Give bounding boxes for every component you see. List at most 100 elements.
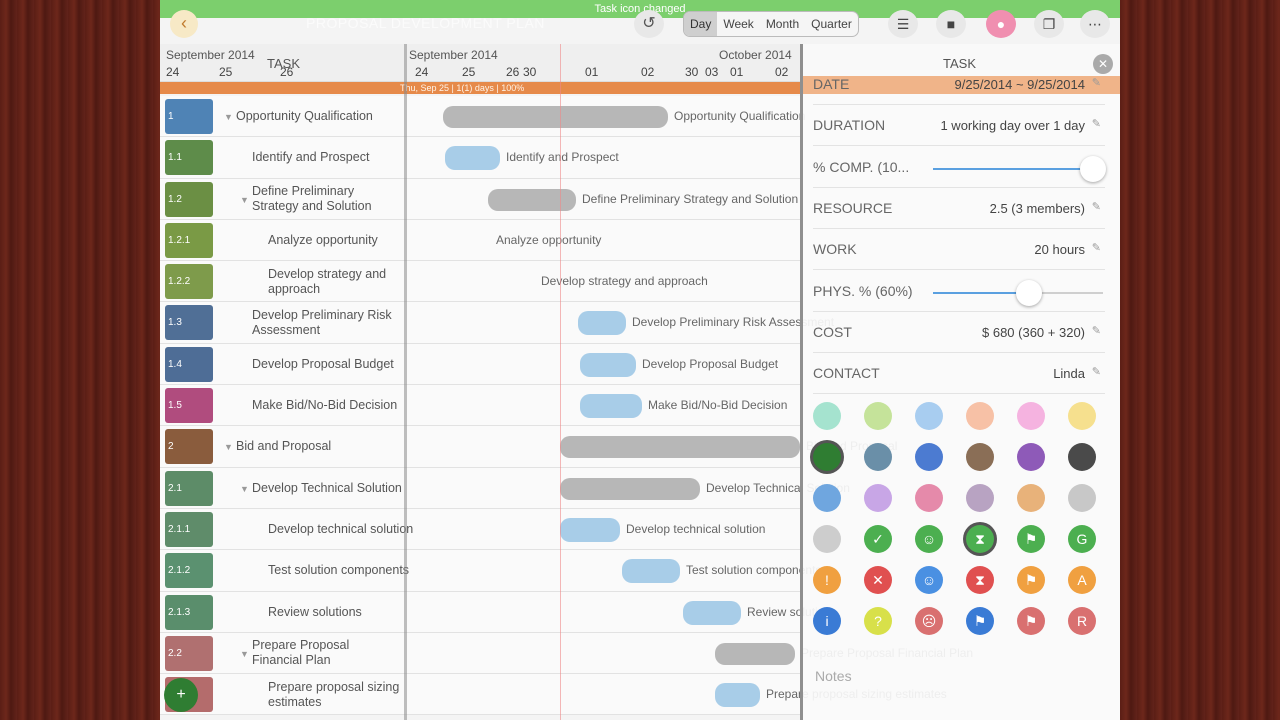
task-name[interactable]: Test solution components xyxy=(268,550,418,591)
task-row[interactable]: 2▼Bid and ProposalBid and Proposal xyxy=(160,426,897,468)
swatch-option[interactable] xyxy=(966,402,994,430)
collapse-toggle[interactable]: ▼ xyxy=(224,112,233,122)
detail-field[interactable]: CONTACT Linda ✎ xyxy=(813,353,1105,395)
swatch-option[interactable]: ⧗ xyxy=(966,525,994,553)
slider-knob[interactable] xyxy=(1080,155,1106,182)
scale-week[interactable]: Week xyxy=(717,12,759,36)
swatch-option[interactable]: ! xyxy=(813,566,841,594)
swatch-option[interactable] xyxy=(1017,443,1045,471)
gantt-bar[interactable] xyxy=(560,477,700,500)
detail-field[interactable]: RESOURCE 2.5 (3 members) ✎ xyxy=(813,188,1105,229)
swatch-option[interactable]: ☺ xyxy=(915,525,943,553)
collapse-toggle[interactable]: ▼ xyxy=(240,649,249,659)
gantt-bar[interactable] xyxy=(560,436,800,459)
swatch-option[interactable] xyxy=(864,402,892,430)
task-name[interactable]: Prepare Proposal Financial Plan xyxy=(252,633,402,674)
edit-pencil-icon[interactable]: ✎ xyxy=(1092,241,1101,254)
swatch-option[interactable] xyxy=(813,443,841,471)
task-row[interactable]: 1.2.1 Analyze opportunity Analyze opportun… xyxy=(160,219,800,262)
more-icon[interactable]: ⋯ xyxy=(1080,10,1110,38)
collapse-toggle[interactable]: ▼ xyxy=(240,484,249,494)
task-row[interactable]: 1.2.2 Develop strategy and approach Develo… xyxy=(160,261,800,303)
detail-field[interactable]: PHYS. % (60%) xyxy=(813,271,1105,312)
scale-quarter[interactable]: Quarter xyxy=(805,12,858,36)
gantt-bar[interactable] xyxy=(715,683,760,708)
gantt-bar[interactable] xyxy=(443,106,668,128)
task-row[interactable]: 2.1.3 Review solutions Review solutions xyxy=(160,591,837,633)
swatch-option[interactable] xyxy=(1017,402,1045,430)
task-name[interactable]: Define Preliminary Strategy and Solution xyxy=(252,179,402,220)
task-row[interactable]: 1.4 Develop Proposal Budget Develop Propos… xyxy=(160,343,800,386)
task-row[interactable]: 1.5 Make Bid/No-Bid Decision Make Bid/No-B… xyxy=(160,385,800,427)
swatch-option[interactable] xyxy=(1068,443,1096,471)
undo-icon[interactable]: ↺ xyxy=(634,10,664,38)
gantt-bar[interactable] xyxy=(560,517,620,542)
swatch-option[interactable] xyxy=(915,402,943,430)
swatch-option[interactable]: ✕ xyxy=(864,566,892,594)
swatch-option[interactable]: ☹ xyxy=(915,607,943,635)
progress-slider[interactable] xyxy=(933,279,1103,306)
task-name[interactable]: Develop Technical Solution xyxy=(252,468,402,509)
swatch-option[interactable]: ⚑ xyxy=(1017,607,1045,635)
lock-icon[interactable]: ■ xyxy=(936,10,966,38)
scale-day[interactable]: Day xyxy=(684,12,718,36)
swatch-option[interactable]: ☺ xyxy=(915,566,943,594)
collapse-toggle[interactable]: ▼ xyxy=(224,442,233,452)
gantt-bar[interactable] xyxy=(445,146,500,171)
add-task-button[interactable]: + xyxy=(164,678,198,712)
edit-pencil-icon[interactable]: ✎ xyxy=(1092,76,1101,89)
edit-pencil-icon[interactable]: ✎ xyxy=(1092,324,1101,337)
gantt-bar[interactable] xyxy=(683,600,741,625)
gantt-bar[interactable] xyxy=(488,188,576,211)
swatch-option[interactable]: ⧗ xyxy=(966,566,994,594)
task-row[interactable]: 2.1.2 Test solution components Test soluti… xyxy=(160,550,821,592)
swatch-option[interactable]: ⚑ xyxy=(1017,525,1045,553)
edit-pencil-icon[interactable]: ✎ xyxy=(1092,365,1101,378)
task-row[interactable]: 1.3 Develop Preliminary Risk Assessment De… xyxy=(160,302,834,344)
gantt-bar[interactable] xyxy=(580,394,642,419)
task-row[interactable]: 1.2 ▼ Define Preliminary Strategy and Solu… xyxy=(160,178,800,220)
gantt-bar[interactable] xyxy=(580,352,636,377)
task-name[interactable]: Prepare proposal sizing estimates xyxy=(268,674,418,715)
task-row[interactable]: 2.2.1Prepare proposal sizing estimatesPr… xyxy=(160,674,947,716)
swatch-option[interactable] xyxy=(813,525,841,553)
progress-slider[interactable] xyxy=(933,155,1106,182)
detail-field[interactable]: DATE 9/25/2014 ~ 9/25/2014 ✎ xyxy=(813,64,1105,105)
slider-knob[interactable] xyxy=(1016,279,1042,306)
swatch-option[interactable] xyxy=(966,443,994,471)
detail-field[interactable]: DURATION 1 working day over 1 day ✎ xyxy=(813,105,1105,147)
task-name[interactable]: Develop Preliminary Risk Assessment xyxy=(252,302,402,343)
swatch-option[interactable]: i xyxy=(813,607,841,635)
swatch-option[interactable]: ? xyxy=(864,607,892,635)
task-row[interactable]: 1 ▼ Opportunity Qualification Opportunity Q… xyxy=(160,96,805,138)
task-name[interactable]: Make Bid/No-Bid Decision xyxy=(252,385,402,426)
copy-icon[interactable]: ❐ xyxy=(1034,10,1064,38)
edit-pencil-icon[interactable]: ✎ xyxy=(1092,200,1101,213)
detail-field[interactable]: % COMP. (10... xyxy=(813,147,1106,188)
scale-month[interactable]: Month xyxy=(760,12,805,36)
color-icon[interactable]: ● xyxy=(986,10,1016,38)
swatch-option[interactable] xyxy=(915,484,943,512)
swatch-option[interactable] xyxy=(1068,484,1096,512)
swatch-option[interactable] xyxy=(966,484,994,512)
task-name[interactable]: Develop strategy and approach xyxy=(268,261,418,302)
task-name[interactable]: Develop Proposal Budget xyxy=(252,344,402,385)
swatch-option[interactable]: R xyxy=(1068,607,1096,635)
detail-field[interactable]: WORK 20 hours ✎ xyxy=(813,229,1105,271)
task-row[interactable]: 2.1 ▼ Develop Technical Solution Develop Te… xyxy=(160,467,850,509)
filter-icon[interactable]: ☰ xyxy=(888,10,918,38)
collapse-toggle[interactable]: ▼ xyxy=(240,195,249,205)
gantt-bar[interactable] xyxy=(578,311,626,336)
task-row[interactable]: 2.2▼Prepare Proposal Financial PlanPrepa… xyxy=(160,632,973,675)
gantt-bar[interactable] xyxy=(622,559,680,584)
task-name[interactable]: Develop technical solution xyxy=(268,509,418,550)
swatch-option[interactable] xyxy=(1017,484,1045,512)
task-name[interactable]: Bid and Proposal xyxy=(236,426,386,467)
swatch-option[interactable]: ⚑ xyxy=(1017,566,1045,594)
edit-pencil-icon[interactable]: ✎ xyxy=(1092,117,1101,130)
swatch-option[interactable]: A xyxy=(1068,566,1096,594)
swatch-option[interactable] xyxy=(915,443,943,471)
task-row[interactable]: 2.1.1 Develop technical solution Develop t… xyxy=(160,508,800,551)
swatch-option[interactable] xyxy=(813,484,841,512)
task-name[interactable]: Analyze opportunity xyxy=(268,220,418,261)
